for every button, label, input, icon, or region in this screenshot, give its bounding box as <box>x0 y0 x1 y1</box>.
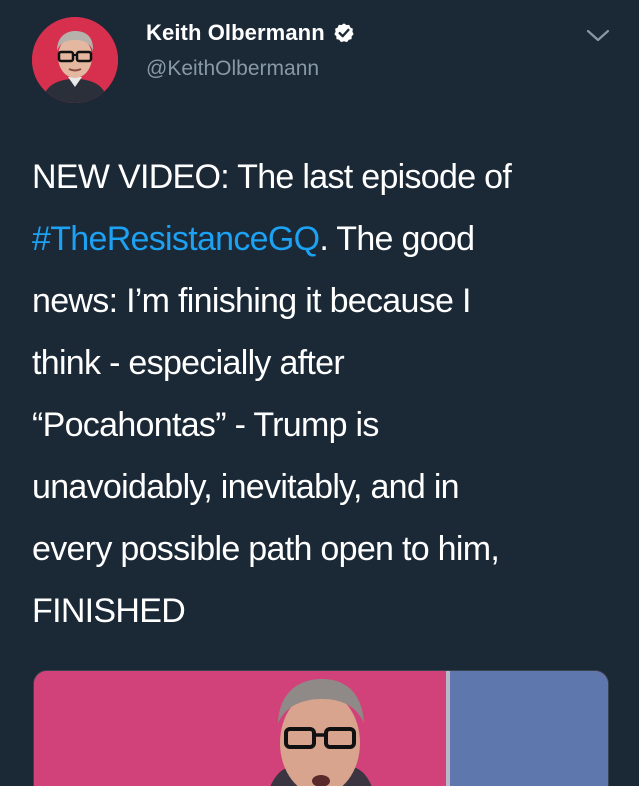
author-name-row[interactable]: Keith Olbermann <box>146 20 355 46</box>
chevron-down-icon[interactable] <box>585 27 611 45</box>
tweet-line: think - especially after <box>32 344 345 382</box>
video-thumbnail[interactable] <box>33 670 609 786</box>
verified-badge-icon <box>334 23 354 43</box>
video-frame-image <box>34 671 608 786</box>
tweet-line: “Pocahontas” - Trump is <box>32 406 379 444</box>
avatar-photo <box>32 17 118 103</box>
tweet-line: unavoidably, inevitably, and in <box>32 468 460 506</box>
tweet-line: news: I’m finishing it because I <box>32 282 471 320</box>
author-handle[interactable]: @KeithOlbermann <box>146 57 319 81</box>
hashtag-link[interactable]: #TheResistanceGQ <box>32 220 320 258</box>
tweet-line-text: . The good <box>319 220 475 258</box>
author-display-name[interactable]: Keith Olbermann <box>146 20 325 46</box>
tweet-line: #TheResistanceGQ. The good <box>32 208 622 270</box>
tweet-line: every possible path open to him, <box>32 530 500 568</box>
tweet-line: NEW VIDEO: The last episode of <box>32 158 512 196</box>
tweet-text: NEW VIDEO: The last episode of #TheResis… <box>32 146 622 642</box>
tweet-line: FINISHED <box>32 592 186 630</box>
author-avatar[interactable] <box>32 17 118 103</box>
